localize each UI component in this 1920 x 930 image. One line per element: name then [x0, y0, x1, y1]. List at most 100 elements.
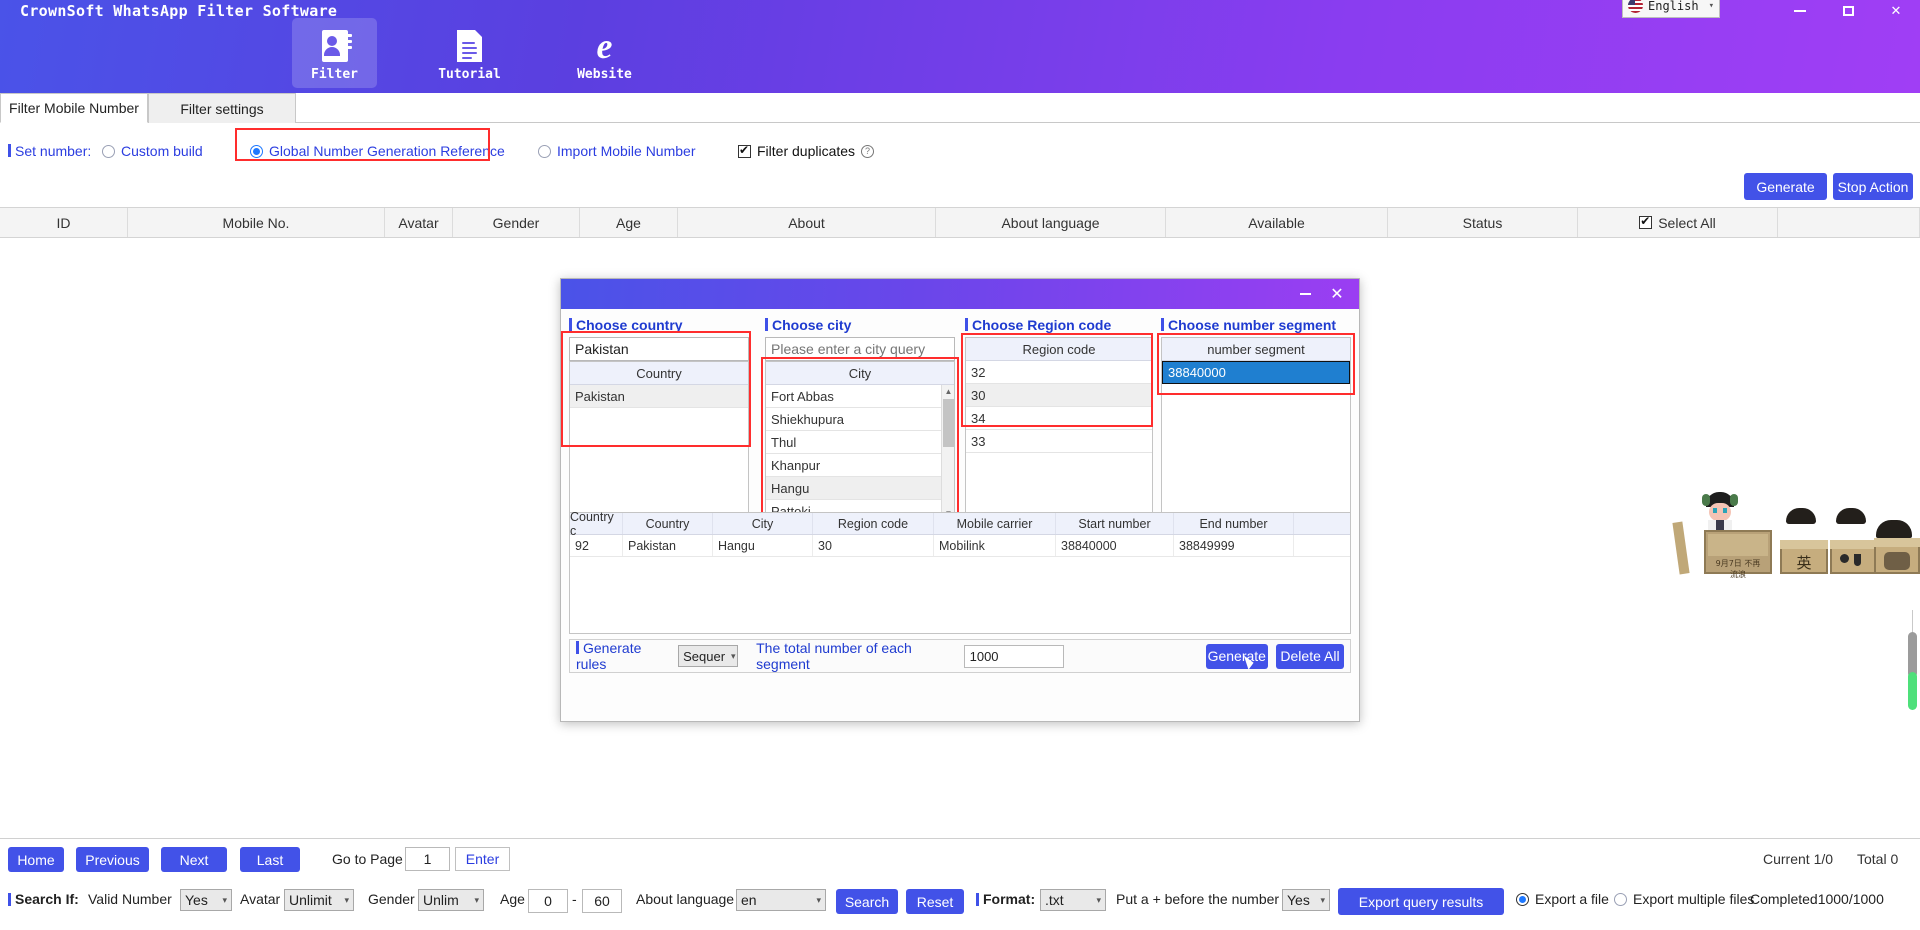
export-query-results-button[interactable]: Export query results	[1338, 888, 1504, 915]
pager-previous-button[interactable]: Previous	[76, 847, 149, 872]
nav-tab-tutorial[interactable]: Tutorial	[427, 18, 512, 88]
dialog-footer: Generate rules Sequer ▾ The total number…	[569, 639, 1351, 673]
generate-rules-select[interactable]: Sequer ▾	[678, 645, 739, 667]
radio-export-multiple-files[interactable]: Export multiple files	[1614, 891, 1754, 907]
table-cell: Pakistan	[623, 535, 713, 556]
choose-region-code-title: Choose Region code	[965, 317, 1111, 333]
gender-label: Gender	[368, 891, 415, 907]
nav-tab-website[interactable]: e Website	[562, 18, 647, 88]
gender-select[interactable]: Unlim ▾	[418, 889, 484, 911]
result-column-start-number: Start number	[1056, 513, 1174, 534]
close-icon[interactable]: ✕	[1872, 0, 1920, 22]
grid-column-id: ID	[0, 208, 128, 237]
dialog-generate-button[interactable]: Generate	[1205, 643, 1268, 670]
dialog-minimize-icon[interactable]	[1289, 279, 1321, 309]
stop-action-button[interactable]: Stop Action	[1833, 173, 1913, 200]
radio-export-a-file[interactable]: Export a file	[1516, 891, 1609, 907]
table-cell: Hangu	[713, 535, 813, 556]
result-column-region-code: Region code	[813, 513, 934, 534]
chevron-down-icon: ▾	[731, 650, 736, 661]
about-language-select[interactable]: en ▾	[736, 889, 826, 911]
pager-home-button[interactable]: Home	[8, 847, 64, 872]
format-value: .txt	[1045, 892, 1064, 908]
maximize-icon[interactable]	[1824, 0, 1872, 22]
dialog-close-icon[interactable]: ✕	[1321, 279, 1353, 309]
select-all-label: Select All	[1658, 214, 1716, 231]
segment-list-item-selected[interactable]: 38840000	[1162, 361, 1350, 384]
region-list-item-selected[interactable]: 30	[966, 384, 1152, 407]
set-number-row: Set number: Custom build Global Number G…	[0, 132, 1920, 174]
nav-tab-website-label: Website	[577, 67, 632, 82]
page-number-input[interactable]	[405, 847, 450, 871]
grid-column-avatar: Avatar	[385, 208, 453, 237]
table-cell: Mobilink	[934, 535, 1056, 556]
radio-icon-selected	[250, 144, 263, 158]
city-list-panel: City Fort Abbas Shiekhupura Thul Khanpur…	[765, 361, 955, 521]
country-list-item[interactable]: Pakistan	[570, 385, 748, 408]
main-nav: Filter Tutorial e Website	[292, 18, 647, 88]
pager-next-button[interactable]: Next	[161, 847, 227, 872]
segment-result-table: Country c Country City Region code Mobile ca…	[569, 510, 1351, 634]
about-language-value: en	[741, 892, 757, 908]
total-per-segment-input[interactable]	[963, 644, 1064, 668]
format-label: Format:	[976, 891, 1035, 907]
search-button[interactable]: Search	[836, 889, 898, 914]
region-list-item[interactable]: 33	[966, 430, 1152, 453]
country-search-input[interactable]	[569, 337, 749, 361]
nav-tab-filter[interactable]: Filter	[292, 18, 377, 88]
radio-import-mobile-number[interactable]: Import Mobile Number	[538, 143, 696, 159]
scrollbar-thumb[interactable]	[943, 399, 954, 447]
minimize-icon[interactable]	[1776, 0, 1824, 22]
valid-number-label: Valid Number	[88, 891, 172, 907]
table-row[interactable]: 92 Pakistan Hangu 30 Mobilink 38840000 3884999…	[570, 535, 1350, 557]
app-title: CrownSoft WhatsApp Filter Software	[20, 2, 338, 20]
pager-last-button[interactable]: Last	[240, 847, 300, 872]
generate-button[interactable]: Generate	[1744, 173, 1827, 200]
radio-icon	[1614, 892, 1627, 906]
grid-column-mobile-no-: Mobile No.	[128, 208, 385, 237]
total-per-segment-label: The total number of each segment	[756, 640, 912, 672]
choose-number-segment-title: Choose number segment	[1161, 317, 1336, 333]
age-min-input[interactable]	[528, 889, 568, 913]
dialog-delete-all-button[interactable]: Delete All	[1275, 643, 1344, 669]
region-list-item[interactable]: 32	[966, 361, 1152, 384]
city-list-item[interactable]: Khanpur	[766, 454, 954, 477]
reset-button[interactable]: Reset	[906, 889, 964, 914]
app-titlebar: CrownSoft WhatsApp Filter Software Filte…	[0, 0, 1920, 95]
us-flag-icon	[1628, 0, 1643, 13]
city-column-header: City	[766, 362, 954, 385]
filter-duplicates-checkbox[interactable]: Filter duplicates ?	[738, 143, 875, 159]
city-search-input[interactable]	[765, 337, 955, 361]
city-list-item[interactable]: Thul	[766, 431, 954, 454]
put-plus-select[interactable]: Yes ▾	[1282, 889, 1330, 911]
grid-column-select-all[interactable]: Select All	[1578, 208, 1778, 237]
region-list-item[interactable]: 34	[966, 407, 1152, 430]
age-max-input[interactable]	[582, 889, 622, 913]
language-selector[interactable]: English ▾	[1622, 0, 1720, 18]
format-select[interactable]: .txt ▾	[1040, 889, 1106, 911]
avatar-select[interactable]: Unlimit ▾	[284, 889, 354, 911]
page-scrollbar[interactable]	[1908, 610, 1918, 710]
export-a-file-label: Export a file	[1535, 891, 1609, 907]
grid-column-status: Status	[1388, 208, 1578, 237]
valid-number-select[interactable]: Yes ▾	[180, 889, 232, 911]
city-list-item-selected[interactable]: Hangu	[766, 477, 954, 500]
grid-column-about-language: About language	[936, 208, 1166, 237]
radio-global-number-generation-reference[interactable]: Global Number Generation Reference	[250, 143, 505, 159]
tab-filter-mobile-number[interactable]: Filter Mobile Number	[0, 93, 148, 123]
city-list-item[interactable]: Shiekhupura	[766, 408, 954, 431]
radio-custom-build[interactable]: Custom build	[102, 143, 203, 159]
grid-column-spacer	[1778, 208, 1920, 237]
filter-duplicates-label: Filter duplicates	[757, 143, 856, 159]
page-enter-button[interactable]: Enter	[455, 847, 510, 871]
chevron-up-icon[interactable]: ▲	[942, 385, 954, 398]
export-multiple-files-label: Export multiple files	[1633, 891, 1755, 907]
go-to-page-label: Go to Page	[332, 851, 403, 867]
tab-filter-settings[interactable]: Filter settings	[148, 93, 296, 123]
city-list-item[interactable]: Fort Abbas	[766, 385, 954, 408]
accent-bar-icon	[576, 641, 579, 654]
city-list-scrollbar[interactable]: ▲ ▼	[941, 385, 954, 520]
result-column-city: City	[713, 513, 813, 534]
scrollbar-progress-thumb[interactable]	[1908, 672, 1917, 710]
help-icon[interactable]: ?	[861, 144, 875, 158]
